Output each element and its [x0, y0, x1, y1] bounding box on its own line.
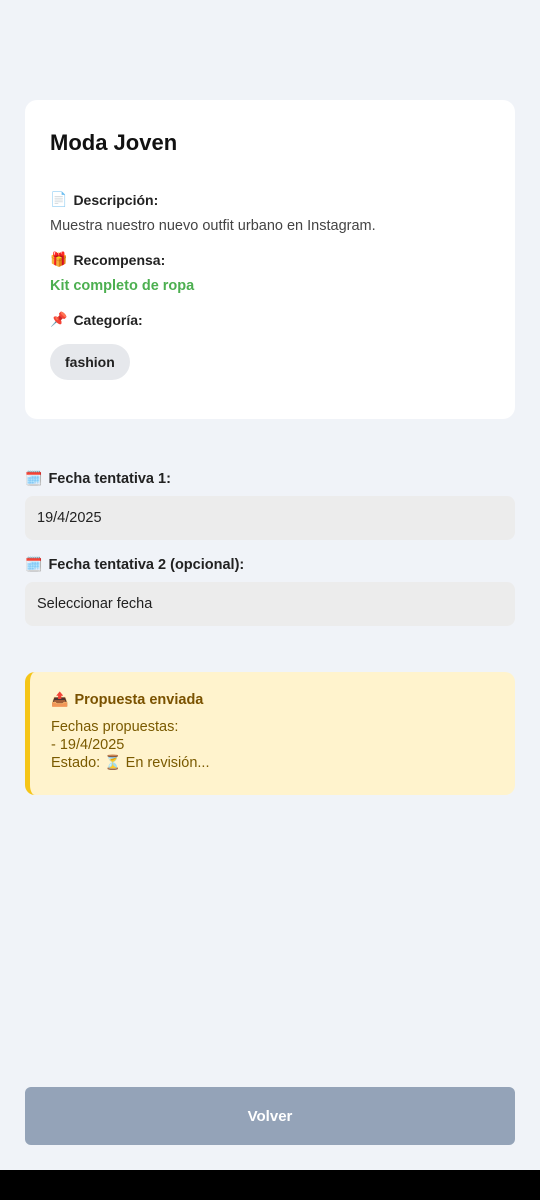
proposal-status: Estado: ⏳ En revisión... [51, 754, 494, 772]
date2-label: 🗓️ Fecha tentativa 2 (opcional): [25, 557, 244, 573]
campaign-title: Moda Joven [50, 130, 178, 155]
proposal-title: 📤 Propuesta enviada [51, 692, 494, 708]
description-label-text: Descripción: [73, 192, 159, 208]
date1-label: 🗓️ Fecha tentativa 1: [25, 471, 171, 487]
date2-label-text: Fecha tentativa 2 (opcional): [48, 557, 245, 573]
status-prefix: Estado: [51, 755, 101, 771]
category-label: 📌 Categoría: [50, 312, 490, 328]
category-label-text: Categoría: [73, 312, 143, 328]
description-text: Muestra nuestro nuevo outfit urbano en I… [50, 218, 376, 234]
campaign-card: Moda Joven 📄 Descripción: Muestra nuestr… [25, 100, 515, 419]
date2-field[interactable]: Seleccionar fecha [25, 582, 515, 626]
proposed-date-item: - 19/4/2025 [51, 737, 125, 753]
proposed-dates-label: Fechas propuestas: [51, 719, 179, 735]
back-button[interactable]: Volver [25, 1087, 515, 1145]
hourglass-icon: ⏳ [104, 755, 122, 771]
reward-text: Kit completo de ropa [50, 278, 195, 294]
proposal-notice: 📤 Propuesta enviada Fechas propuestas: -… [25, 672, 515, 795]
calendar-icon: 🗓️ [25, 557, 43, 573]
date1-label-text: Fecha tentativa 1: [48, 471, 171, 487]
calendar-icon: 🗓️ [25, 471, 43, 487]
screen: Moda Joven 📄 Descripción: Muestra nuestr… [0, 0, 540, 1200]
document-icon: 📄 [50, 192, 68, 208]
reward-label-text: Recompensa: [73, 252, 166, 268]
gift-icon: 🎁 [50, 252, 68, 268]
description-label: 📄 Descripción: [50, 192, 490, 208]
pushpin-icon: 📌 [50, 312, 68, 328]
proposal-title-text: Propuesta enviada [74, 692, 204, 708]
status-text: En revisión... [125, 755, 210, 771]
system-nav-bar [0, 1170, 540, 1200]
outbox-tray-icon: 📤 [51, 692, 69, 708]
category-chip: fashion [50, 344, 130, 380]
proposal-body: Fechas propuestas: - 19/4/2025 Estado: ⏳… [51, 718, 494, 772]
date1-field[interactable]: 19/4/2025 [25, 496, 515, 540]
reward-label: 🎁 Recompensa: [50, 252, 490, 268]
